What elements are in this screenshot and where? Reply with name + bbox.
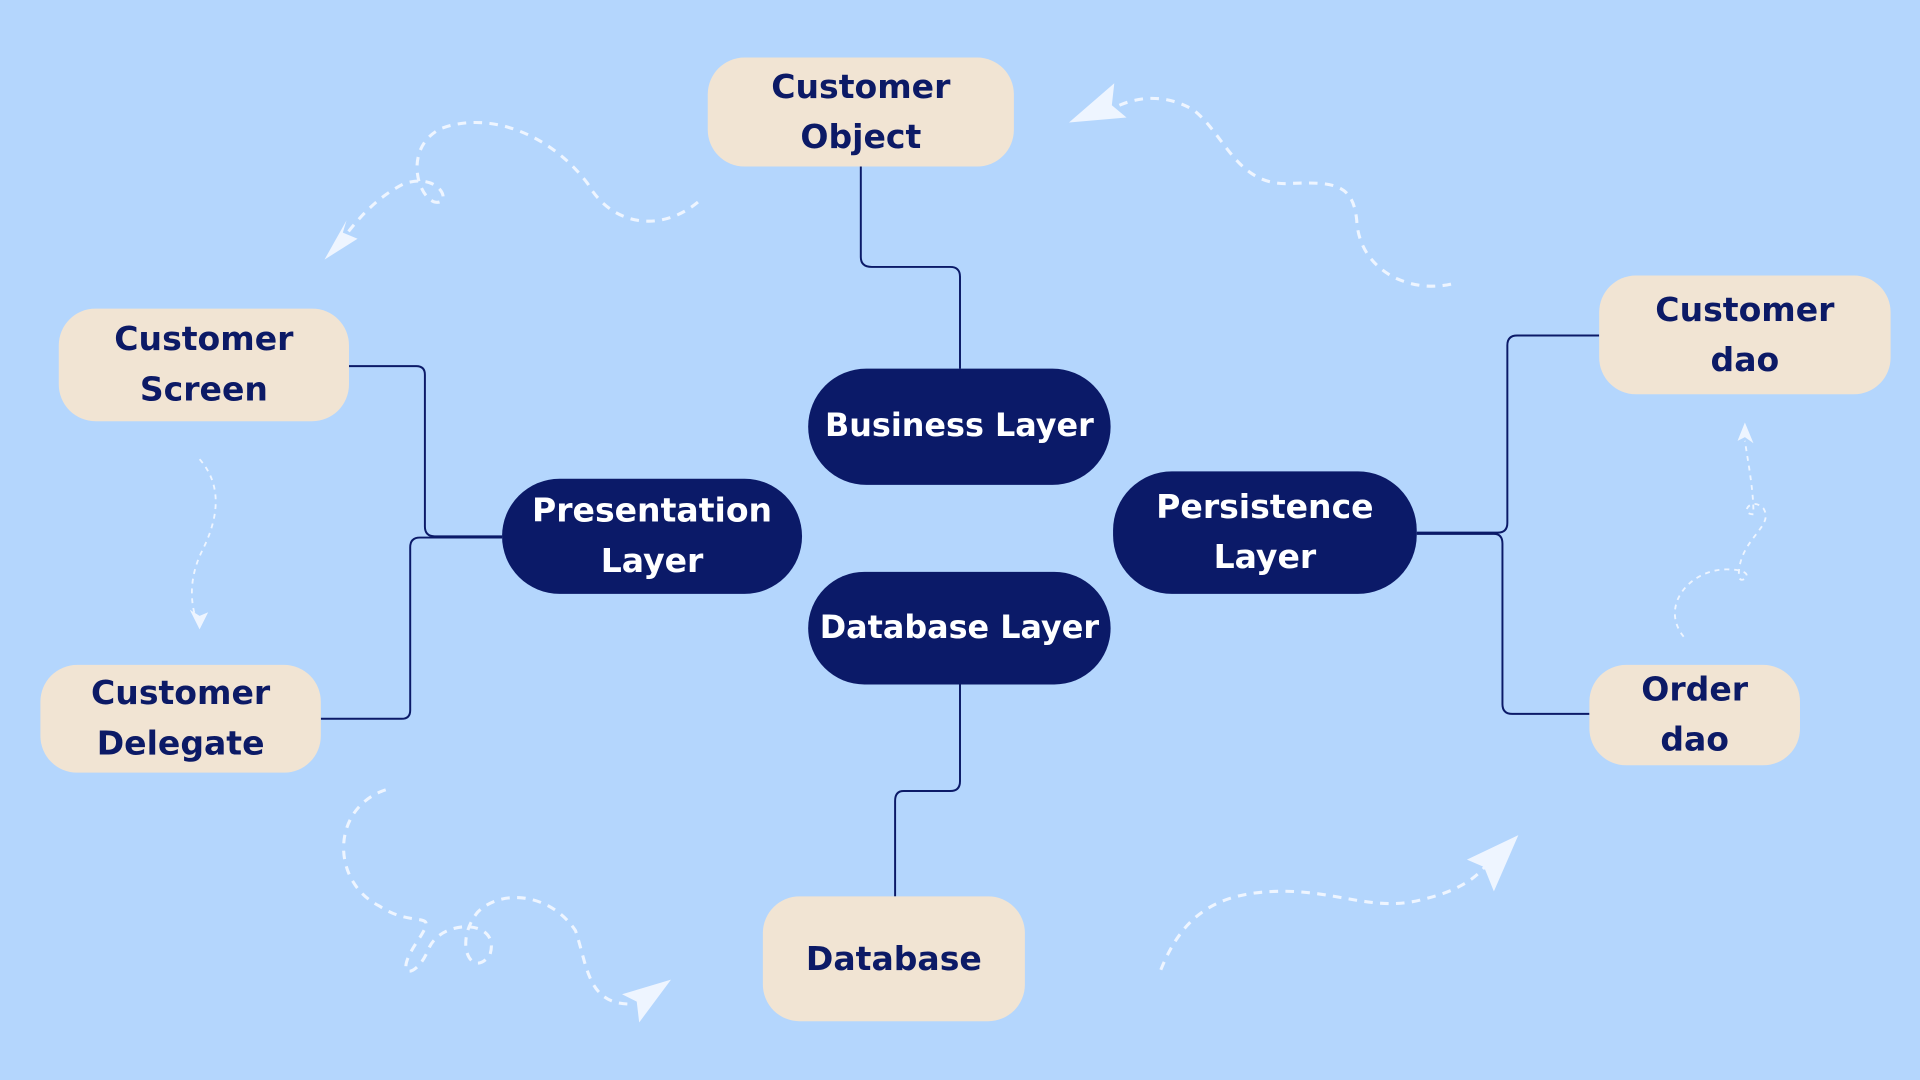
node-presentation-layer[interactable]: Presentation Layer xyxy=(502,478,803,594)
arrowhead-icon xyxy=(1737,422,1754,444)
node-customer-screen[interactable]: Customer Screen xyxy=(58,308,349,422)
connector-screen-presentation xyxy=(348,365,503,538)
node-customer-delegate[interactable]: Customer Delegate xyxy=(40,664,321,773)
node-label: Customer dao xyxy=(1655,290,1835,379)
connector-object-business xyxy=(859,166,961,369)
node-database-layer[interactable]: Database Layer xyxy=(808,571,1111,685)
node-label: Database Layer xyxy=(819,609,1100,646)
arrowhead-icon xyxy=(1068,83,1127,123)
node-order-dao[interactable]: Order dao xyxy=(1589,664,1801,766)
arrowhead-icon xyxy=(622,979,672,1023)
node-label: Presentation Layer xyxy=(531,492,773,581)
node-database[interactable]: Database xyxy=(762,896,1025,1022)
arrowhead-icon xyxy=(189,609,209,630)
node-label: Database xyxy=(805,939,982,978)
node-label: Persistence Layer xyxy=(1156,488,1374,577)
node-label: Customer Delegate xyxy=(91,674,271,763)
node-label: Order dao xyxy=(1641,671,1749,760)
arrowhead-icon xyxy=(1466,835,1519,892)
architecture-diagram: Customer Object Customer Screen Customer… xyxy=(0,0,1920,1080)
connector-persistence-orderdao xyxy=(1416,532,1590,715)
node-persistence-layer[interactable]: Persistence Layer xyxy=(1113,471,1417,594)
connector-dblayer-database xyxy=(894,684,961,897)
arrowhead-icons xyxy=(189,83,1754,1023)
node-customer-dao[interactable]: Customer dao xyxy=(1599,275,1891,395)
node-business-layer[interactable]: Business Layer xyxy=(808,368,1111,485)
connector-delegate-presentation xyxy=(320,536,503,720)
node-label: Business Layer xyxy=(824,407,1094,445)
node-label: Customer Screen xyxy=(114,320,294,409)
connector-persistence-customerdao xyxy=(1416,334,1600,534)
node-label: Customer Object xyxy=(771,67,951,157)
node-customer-object[interactable]: Customer Object xyxy=(707,57,1014,167)
decorative-dashed-arrows xyxy=(191,96,1767,1006)
